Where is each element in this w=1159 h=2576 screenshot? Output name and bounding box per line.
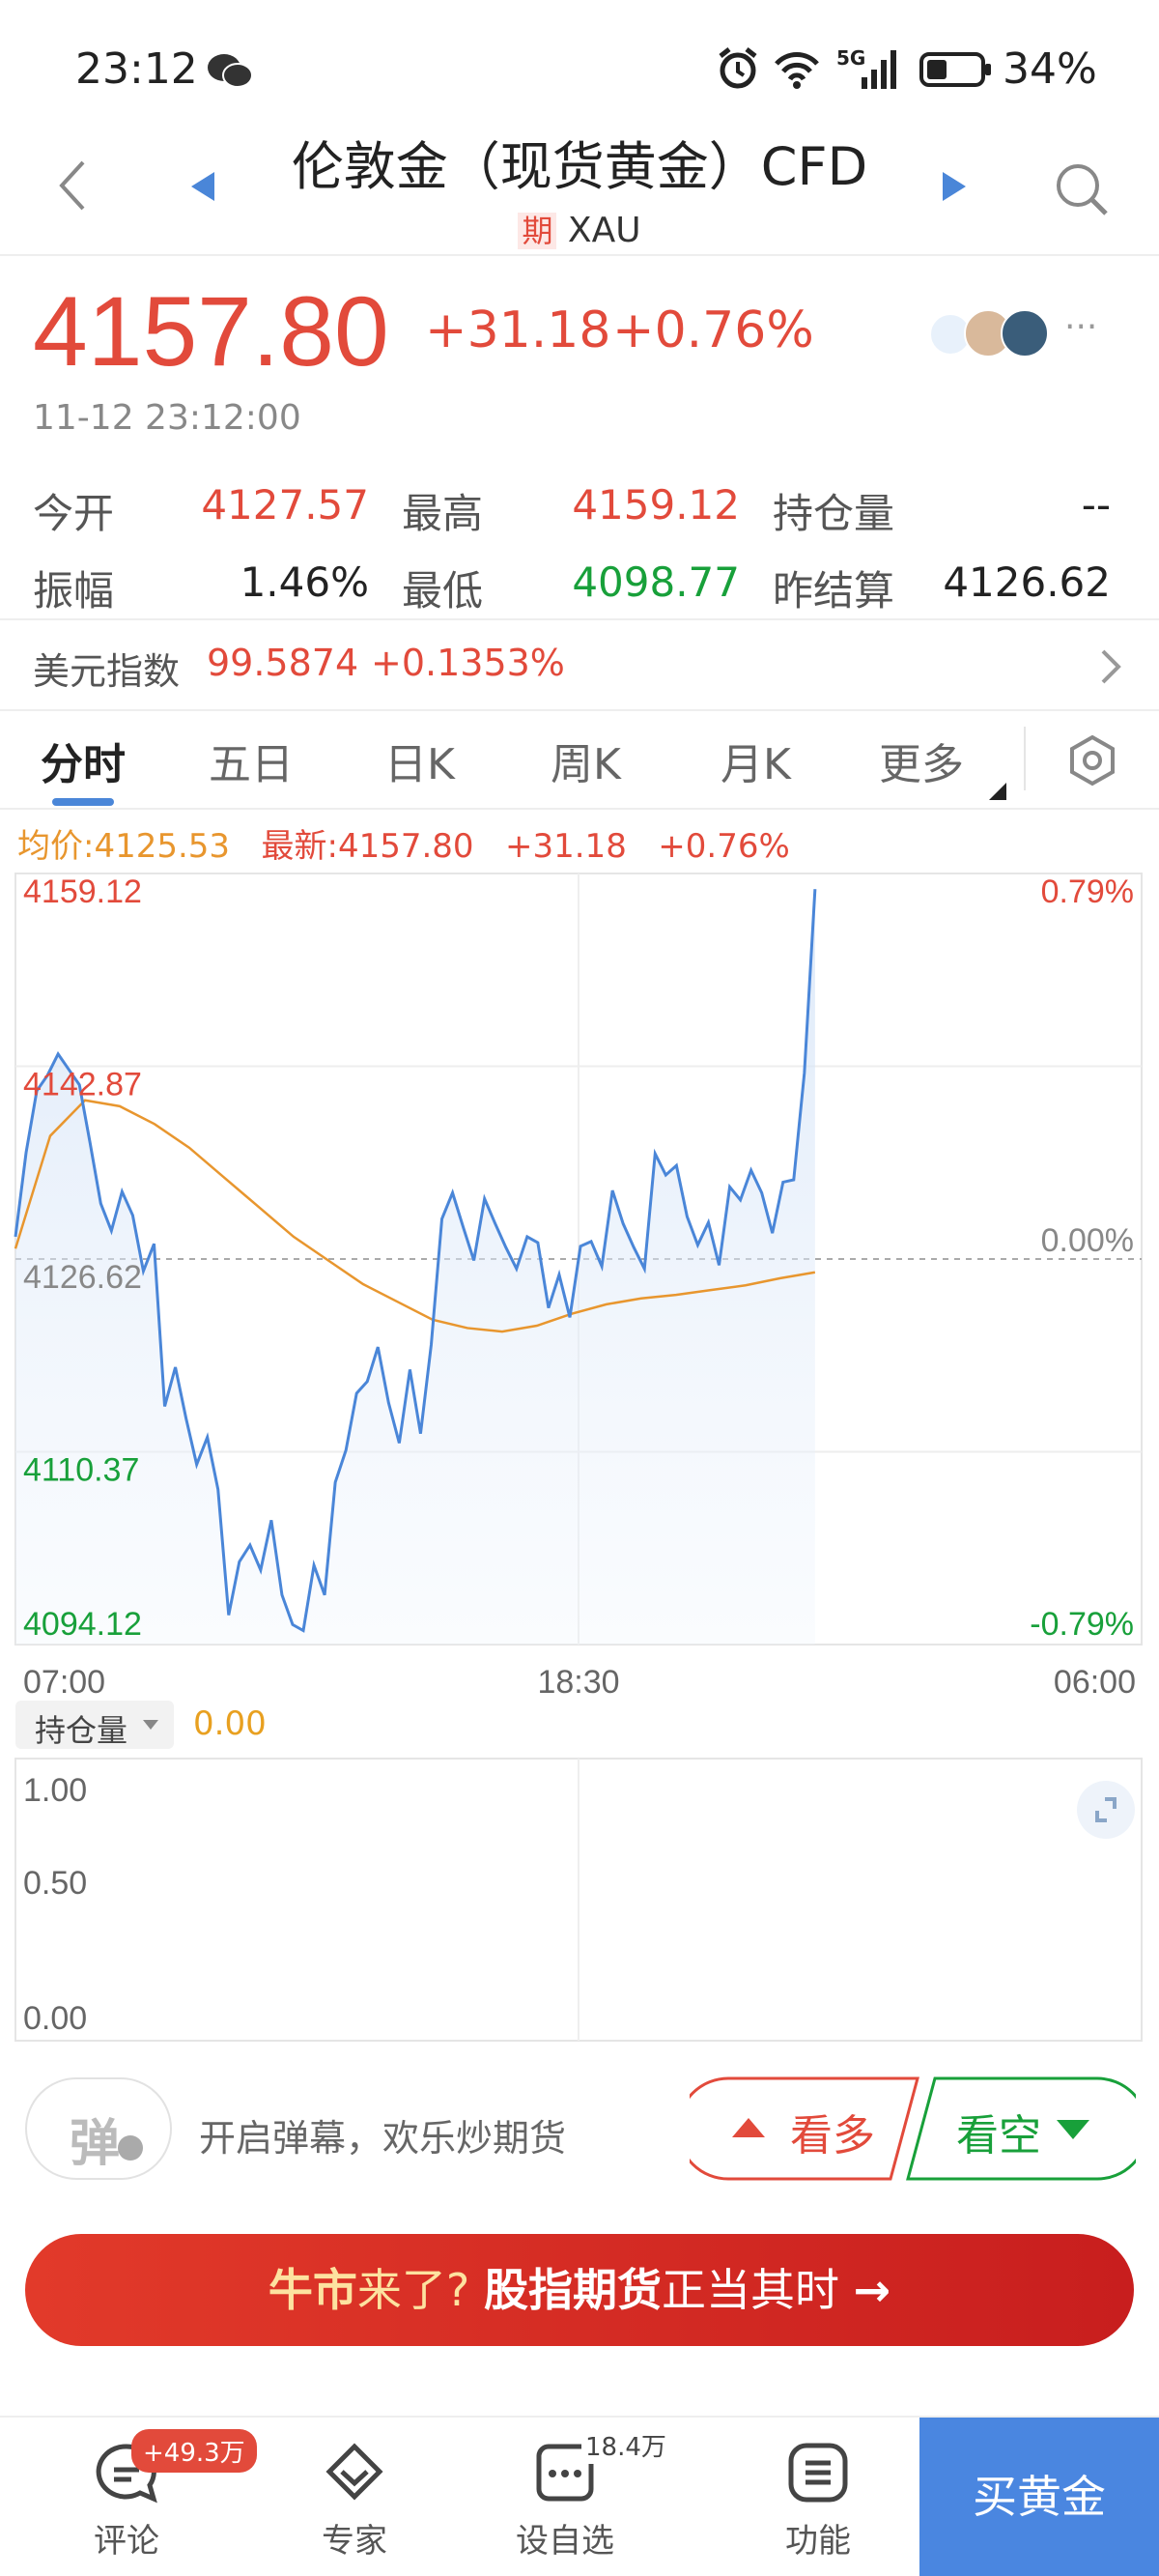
pct-tick-label: -0.79% — [1030, 1606, 1134, 1643]
instrument-title: 伦敦金（现货黄金）CFD — [291, 136, 868, 197]
signal-icon — [862, 50, 896, 89]
danmu-text: 开启弹幕，欢乐炒期货 — [199, 2117, 567, 2160]
nav-comments[interactable]: +49.3万 评论 — [54, 2418, 257, 2576]
price-chart[interactable]: 4159.12 4142.87 4126.62 4110.37 4094.12 0.79%… — [0, 860, 1159, 1710]
danmu-toggle[interactable]: 弹 — [25, 2077, 172, 2180]
chart-settings-icon[interactable] — [1066, 734, 1118, 787]
stat-label: 昨结算 — [773, 567, 895, 615]
banner-text-bold: 牛市 — [268, 2264, 357, 2316]
nav-functions[interactable]: 功能 — [746, 2418, 890, 2576]
avatar[interactable] — [1001, 309, 1049, 358]
last-price: 4157.80 — [33, 276, 389, 386]
buy-gold-button[interactable]: 买黄金 — [919, 2418, 1159, 2576]
price-change-pct: +0.76% — [612, 301, 814, 359]
oi-tick-label: 1.00 — [23, 1772, 87, 1809]
danmu-icon: 弹 — [70, 2115, 121, 2173]
stat-value: 1.46% — [240, 558, 369, 606]
nav-expert-label: 专家 — [322, 2522, 387, 2561]
dollar-index-change: +0.1353% — [371, 642, 565, 684]
stat-value: -- — [1081, 481, 1111, 529]
dollar-index-label: 美元指数 — [33, 650, 181, 693]
pct-tick-label: 0.00% — [1041, 1222, 1134, 1259]
y-tick-label: 4142.87 — [23, 1067, 142, 1103]
instrument-code: XAU — [567, 211, 641, 250]
oi-tick-label: 0.00 — [23, 2000, 87, 2037]
dropdown-corner-icon — [989, 783, 1006, 800]
bottom-navigation: +49.3万 评论 专家 18.4万 设自选 功能 买黄金 — [0, 2416, 1159, 2576]
stat-value: 4126.62 — [943, 558, 1111, 606]
comment-count-badge: +49.3万 — [131, 2429, 257, 2473]
arrow-right-icon: → — [853, 2264, 891, 2316]
stat-value: 4127.57 — [201, 481, 369, 529]
stat-value: 4098.77 — [572, 558, 740, 606]
more-icon[interactable]: ··· — [1064, 307, 1097, 347]
nav-expert[interactable]: 专家 — [282, 2418, 427, 2576]
nav-comments-label: 评论 — [94, 2522, 159, 2561]
next-instrument-icon[interactable] — [941, 170, 968, 203]
wechat-icon — [208, 54, 253, 88]
dollar-index-value: 99.5874 — [207, 642, 359, 684]
pct-tick-label: 0.79% — [1041, 873, 1134, 910]
bull-button[interactable]: 看多 — [717, 2087, 900, 2170]
status-time: 23:12 — [75, 44, 198, 94]
menu-icon — [788, 2443, 848, 2503]
open-interest-value: 0.00 — [193, 1704, 267, 1743]
banner-text: 来了? — [356, 2264, 470, 2316]
dollar-index-row[interactable]: 美元指数 99.5874 +0.1353% — [0, 620, 1159, 709]
tab-1[interactable]: 五日 — [209, 730, 294, 791]
x-tick-label: 18:30 — [537, 1664, 619, 1701]
banner-text-bold: 股指期货 — [483, 2264, 662, 2316]
caret-down-icon — [143, 1720, 158, 1730]
y-tick-label: 4159.12 — [23, 873, 142, 910]
stat-value: 4159.12 — [572, 481, 740, 529]
battery-icon — [919, 52, 991, 87]
nav-functions-label: 功能 — [785, 2522, 851, 2561]
y-tick-label: 4126.62 — [23, 1259, 142, 1296]
y-tick-label: 4094.12 — [23, 1606, 142, 1643]
bear-button[interactable]: 看空 — [947, 2087, 1120, 2170]
triangle-up-icon — [732, 2118, 765, 2137]
stat-label: 持仓量 — [773, 490, 895, 537]
wifi-icon — [775, 52, 819, 89]
stat-label: 今开 — [33, 490, 115, 537]
back-icon[interactable] — [56, 157, 89, 215]
futures-badge: 期 — [518, 213, 557, 249]
prev-instrument-icon[interactable] — [189, 170, 216, 203]
price-change: +31.18 — [425, 301, 611, 359]
top-navigation: 伦敦金（现货黄金）CFD 期 XAU — [0, 116, 1159, 256]
stat-label: 振幅 — [33, 567, 115, 615]
triangle-down-icon — [1057, 2120, 1089, 2139]
watchlist-count: 18.4万 — [585, 2433, 666, 2462]
chevron-right-icon — [1101, 649, 1121, 684]
x-tick-label: 07:00 — [23, 1664, 105, 1701]
oi-tick-label: 0.50 — [23, 1865, 87, 1902]
open-interest-selector[interactable]: 持仓量 — [15, 1701, 174, 1749]
quote-datetime: 11-12 23:12:00 — [33, 398, 301, 438]
stat-label: 最低 — [402, 567, 484, 615]
open-interest-selector-label: 持仓量 — [35, 1712, 128, 1749]
expand-icon[interactable] — [1076, 1780, 1136, 1840]
tab-4[interactable]: 月K — [721, 730, 791, 791]
tab-0[interactable]: 分时 — [41, 730, 126, 791]
bear-label: 看空 — [956, 2111, 1041, 2161]
nav-watchlist-label: 设自选 — [516, 2522, 614, 2561]
battery-level: 34% — [1003, 44, 1097, 94]
alarm-icon — [719, 47, 757, 89]
y-tick-label: 4110.37 — [23, 1452, 139, 1489]
nav-watchlist[interactable]: 18.4万 设自选 — [493, 2418, 666, 2576]
search-icon[interactable] — [1053, 160, 1111, 218]
tab-5[interactable]: 更多 — [879, 730, 964, 791]
banner-text: 正当其时 — [661, 2264, 839, 2316]
open-interest-chart: 1.00 0.50 0.00 — [14, 1758, 1143, 2042]
x-tick-label: 06:00 — [1054, 1664, 1136, 1701]
tab-2[interactable]: 日K — [384, 730, 455, 791]
promo-banner[interactable]: 牛市来了? 股指期货正当其时 → — [25, 2234, 1134, 2346]
bull-label: 看多 — [790, 2111, 875, 2161]
active-tab-indicator — [52, 798, 114, 806]
tab-3[interactable]: 周K — [551, 730, 621, 791]
expert-icon — [325, 2443, 383, 2501]
stat-label: 最高 — [402, 490, 484, 537]
instrument-code-row: 期 XAU — [290, 207, 869, 251]
